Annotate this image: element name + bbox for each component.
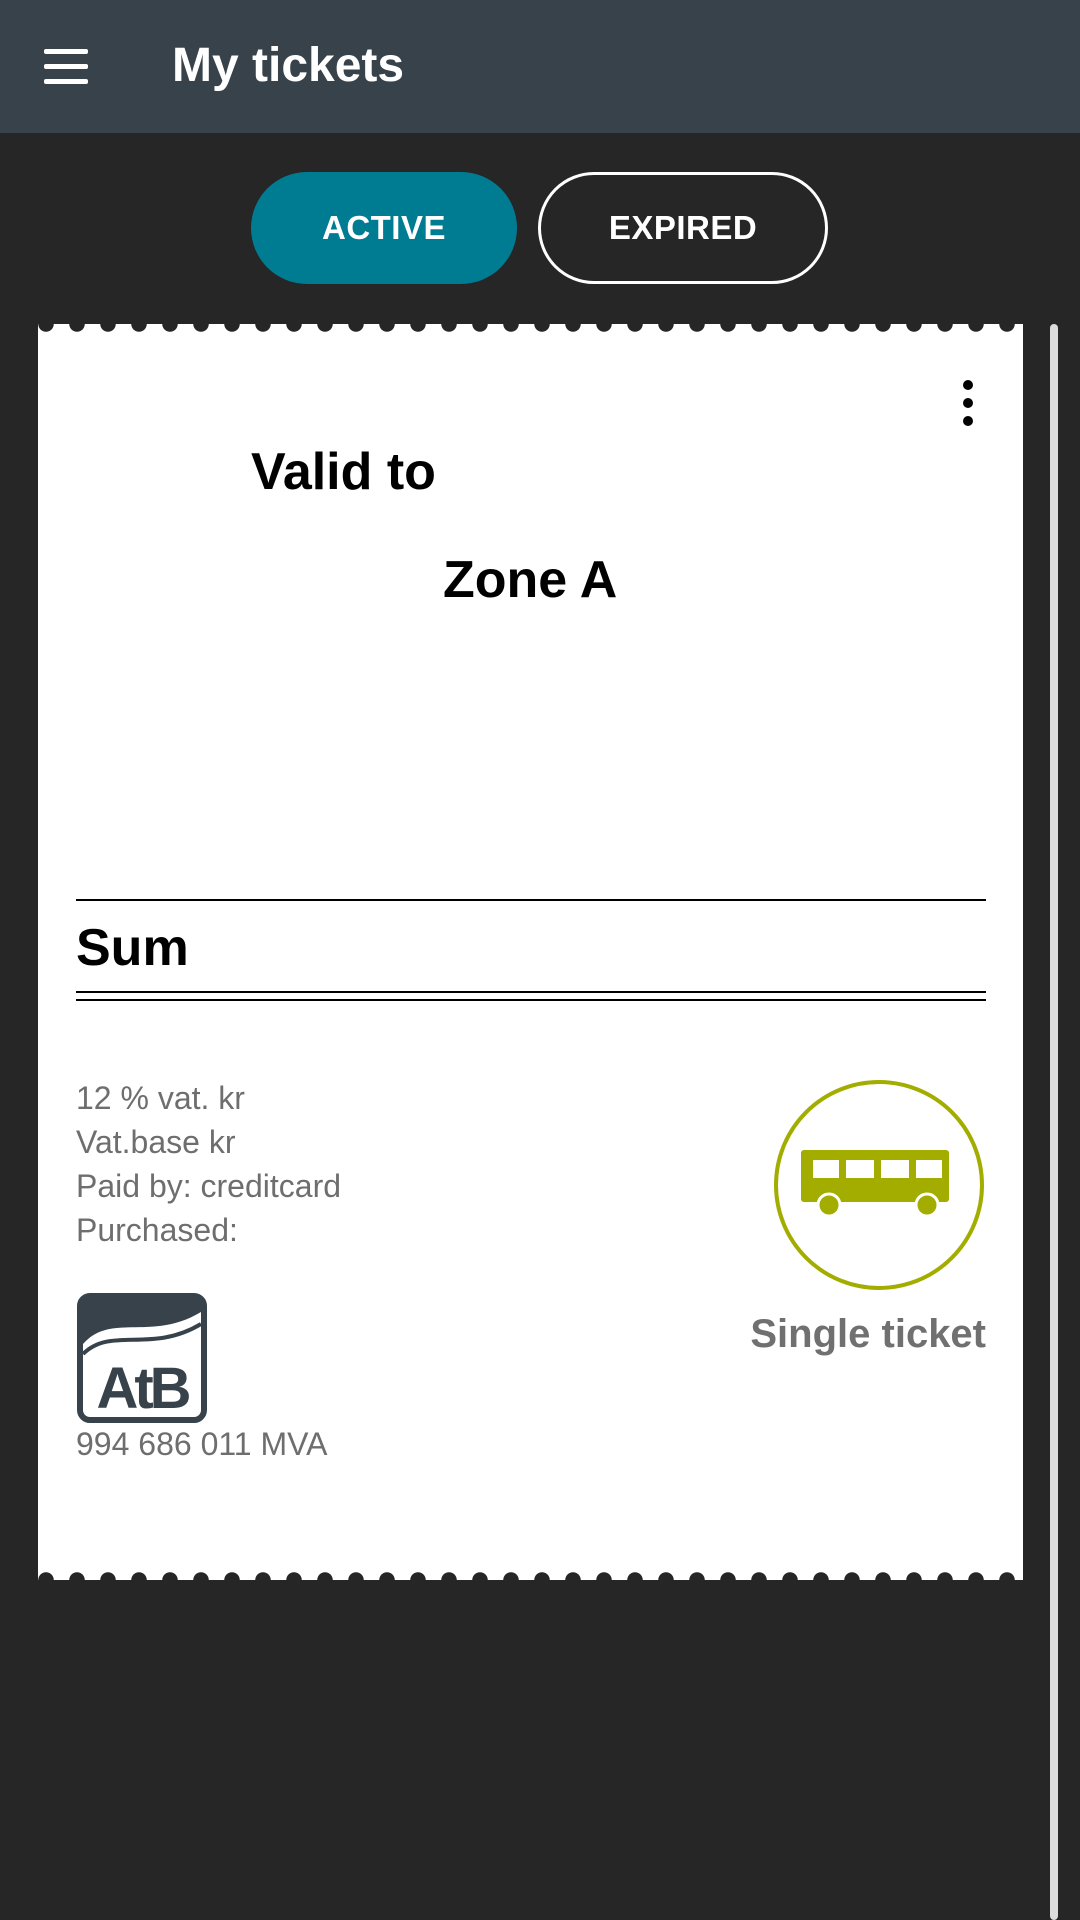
- zone-label: Zone A: [443, 551, 618, 609]
- divider: [76, 999, 986, 1001]
- scrollbar[interactable]: [1050, 324, 1058, 1920]
- purchased-line: Purchased:: [76, 1212, 238, 1248]
- tab-active[interactable]: ACTIVE: [251, 172, 517, 284]
- ticket-perforation-top: [38, 316, 1023, 332]
- vat-line: 12 % vat. kr: [76, 1080, 245, 1116]
- valid-to-label: Valid to: [251, 443, 436, 501]
- vat-base-line: Vat.base kr: [76, 1124, 236, 1160]
- atb-logo-text: AtB: [96, 1356, 189, 1421]
- ticket-card: Valid to Zone A Sum 12 % vat. kr Vat.bas…: [38, 316, 1023, 1588]
- receipt-details: 12 % vat. kr Vat.base kr Paid by: credit…: [76, 1076, 341, 1252]
- hamburger-menu-icon: [44, 49, 88, 54]
- divider: [76, 899, 986, 901]
- more-vertical-icon[interactable]: [953, 380, 983, 426]
- page-title: My tickets: [172, 39, 405, 92]
- paid-by-line: Paid by: creditcard: [76, 1168, 342, 1204]
- menu-button[interactable]: [36, 40, 96, 92]
- atb-logo: AtB: [77, 1293, 207, 1423]
- app-bar: My tickets: [0, 0, 1080, 133]
- ticket-perforation-bottom: [38, 1572, 1023, 1588]
- bus-icon: [774, 1080, 984, 1290]
- ticket-type-label: Single ticket: [750, 1312, 986, 1356]
- divider: [76, 991, 986, 993]
- tab-expired[interactable]: EXPIRED: [538, 172, 828, 284]
- sum-label: Sum: [76, 919, 189, 977]
- org-number: 994 686 011 MVA: [76, 1426, 328, 1462]
